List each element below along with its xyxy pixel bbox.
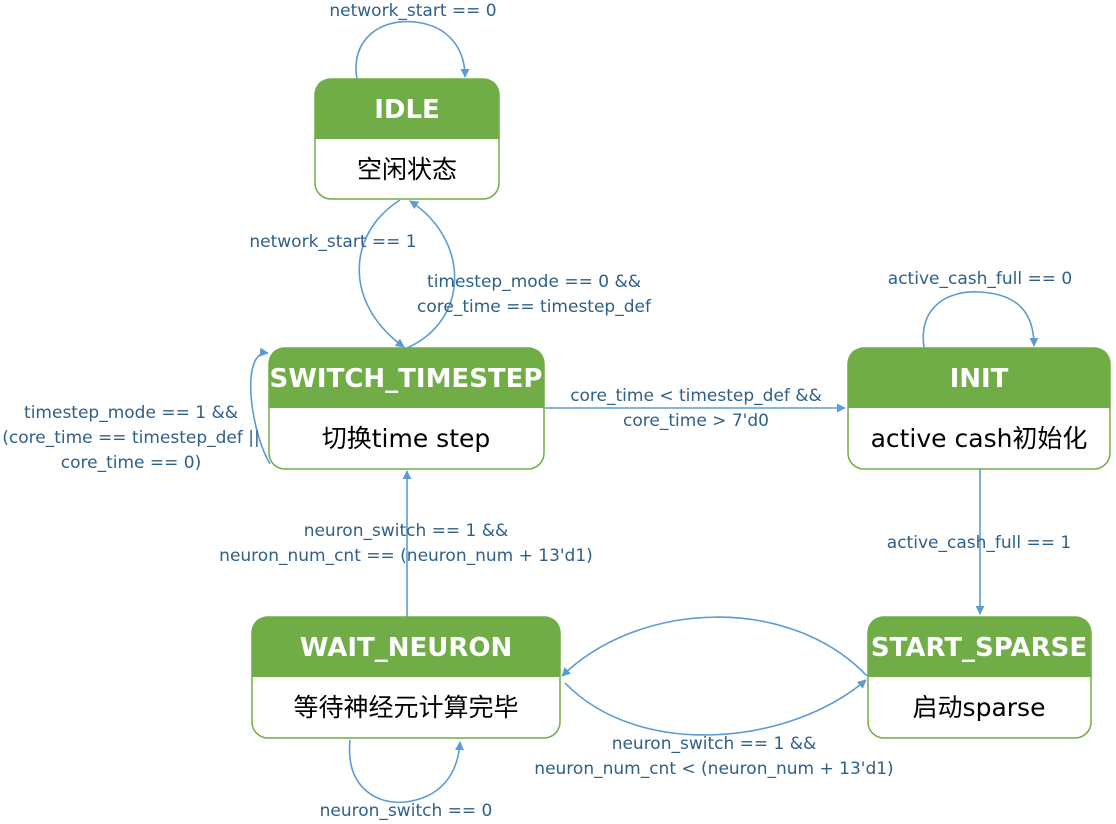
state-init: INIT active cash初始化 — [847, 347, 1111, 470]
state-start-sparse-desc: 启动sparse — [913, 693, 1046, 722]
label-switch-to-idle-line1: timestep_mode == 0 && — [427, 272, 641, 292]
state-idle-title: IDLE — [374, 95, 440, 125]
edge-init-self — [922, 291, 1039, 349]
edge-idle-to-switch — [358, 199, 405, 348]
state-switch-timestep-title: SWITCH_TIMESTEP — [270, 364, 543, 394]
label-init-self: active_cash_full == 0 — [888, 269, 1072, 289]
label-init-to-sparse: active_cash_full == 1 — [887, 533, 1071, 553]
label-wait-sparse-line2: neuron_num_cnt < (neuron_num + 13'd1) — [534, 759, 893, 779]
label-wait-self: neuron_switch == 0 — [320, 801, 493, 821]
edge-idle-self — [355, 20, 470, 80]
label-switch-self-line3: core_time == 0) — [61, 453, 201, 473]
state-switch-timestep: SWITCH_TIMESTEP 切换time step — [268, 347, 545, 470]
state-init-title: INIT — [950, 364, 1009, 394]
label-switch-to-init-line2: core_time > 7'd0 — [623, 411, 769, 431]
label-idle-to-switch: network_start == 1 — [249, 232, 416, 252]
label-wait-to-switch-line1: neuron_switch == 1 && — [304, 521, 509, 541]
state-idle-desc: 空闲状态 — [357, 155, 457, 184]
state-switch-timestep-desc: 切换time step — [322, 424, 491, 453]
state-wait-neuron: WAIT_NEURON 等待神经元计算完毕 — [251, 616, 561, 739]
edge-wait-self — [348, 739, 464, 804]
state-wait-neuron-title: WAIT_NEURON — [300, 633, 513, 663]
label-switch-to-idle-line2: core_time == timestep_def — [417, 297, 652, 317]
edge-wait-to-sparse — [564, 679, 867, 736]
state-idle: IDLE 空闲状态 — [314, 78, 500, 200]
state-machine-diagram: IDLE 空闲状态 SWITCH_TIMESTEP 切换time step IN… — [2, 1, 1111, 821]
label-wait-sparse-line1: neuron_switch == 1 && — [612, 734, 817, 754]
state-start-sparse-title: START_SPARSE — [871, 633, 1087, 663]
label-idle-self: network_start == 0 — [329, 1, 496, 21]
edge-sparse-to-wait — [561, 616, 868, 677]
label-switch-self-line1: timestep_mode == 1 && — [24, 403, 238, 423]
label-switch-to-init-line1: core_time < timestep_def && — [570, 386, 822, 406]
state-init-desc: active cash初始化 — [871, 424, 1088, 453]
state-wait-neuron-desc: 等待神经元计算完毕 — [293, 693, 518, 722]
state-start-sparse: START_SPARSE 启动sparse — [867, 616, 1092, 739]
label-switch-self-line2: (core_time == timestep_def || — [2, 428, 259, 448]
label-wait-to-switch-line2: neuron_num_cnt == (neuron_num + 13'd1) — [219, 546, 593, 566]
